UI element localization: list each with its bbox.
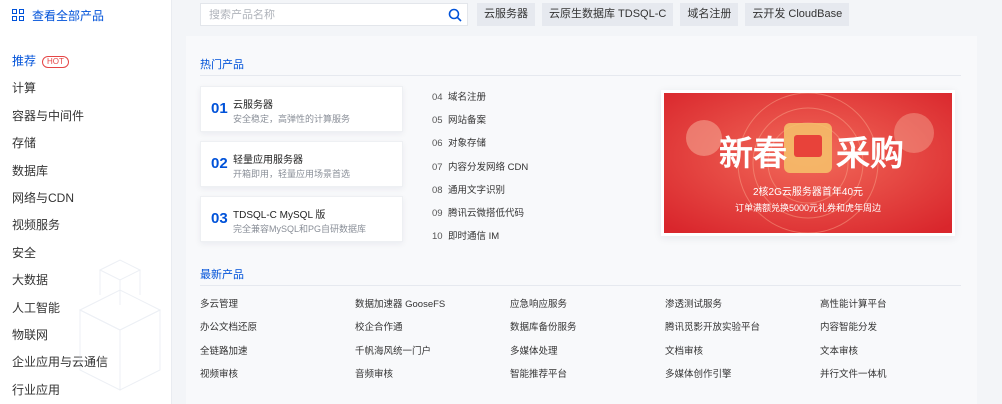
- promo-banner[interactable]: 新春 采购 2核2G云服务器首年40元 订单满额兑换5000元礼券和虎年周边: [661, 90, 955, 236]
- quick-search-chip[interactable]: 云原生数据库 TDSQL-C: [542, 3, 674, 26]
- hot-product-link[interactable]: 05 网站备案: [432, 109, 528, 132]
- new-product-link[interactable]: 多媒体创作引擎: [665, 363, 820, 386]
- new-divider: [200, 285, 961, 286]
- card-description: 开箱即用，轻量应用场景首选: [233, 169, 351, 179]
- hot-product-number: 10: [432, 231, 443, 243]
- sidebar-item-label: 行业应用: [12, 382, 61, 397]
- hot-product-number: 05: [432, 115, 443, 127]
- quick-search-chip[interactable]: 云服务器: [477, 3, 535, 26]
- sidebar-item-label: 视频服务: [12, 218, 61, 233]
- new-products-title: 最新产品: [200, 269, 244, 281]
- sidebar-item[interactable]: 容器与中间件: [12, 103, 108, 130]
- view-all-products-link[interactable]: 查看全部产品: [12, 6, 104, 24]
- grid-icon: [12, 9, 24, 21]
- sidebar-item[interactable]: 推荐 HOT: [12, 48, 108, 75]
- sidebar-item-label: 数据库: [12, 163, 49, 178]
- sidebar-item[interactable]: 存储: [12, 130, 108, 157]
- hot-product-link[interactable]: 06 对象存储: [432, 132, 528, 155]
- hot-product-label: 内容分发网络 CDN: [448, 161, 529, 173]
- new-product-link[interactable]: 应急响应服务: [510, 293, 665, 316]
- sidebar-item-label: 推荐: [12, 54, 37, 68]
- sidebar-item[interactable]: 视频服务: [12, 212, 108, 239]
- new-product-link[interactable]: 多媒体处理: [510, 340, 665, 363]
- new-product-link[interactable]: 文档审核: [665, 340, 820, 363]
- new-product-link[interactable]: 高性能计算平台: [820, 293, 975, 316]
- new-product-link[interactable]: 全链路加速: [200, 340, 355, 363]
- quick-search-chip[interactable]: 云开发 CloudBase: [745, 3, 850, 26]
- hot-product-number: 09: [432, 207, 443, 219]
- hot-product-label: 即时通信 IM: [448, 231, 500, 243]
- new-product-link[interactable]: 并行文件一体机: [820, 363, 975, 386]
- card-number: 01: [211, 100, 228, 117]
- banner-line2: 订单满额兑换5000元礼券和虎年周边: [735, 202, 881, 213]
- card-title: TDSQL-C MySQL 版: [233, 210, 326, 221]
- new-product-link[interactable]: 音频审核: [355, 363, 510, 386]
- hot-product-label: 腾讯云微搭低代码: [448, 207, 525, 219]
- new-product-link[interactable]: 办公文档还原: [200, 316, 355, 339]
- hot-products-title: 热门产品: [200, 59, 244, 71]
- card-number: 03: [211, 210, 228, 227]
- sidebar-item-label: 网络与CDN: [12, 190, 74, 205]
- view-all-products-label: 查看全部产品: [32, 8, 105, 23]
- new-product-grid: 多云管理 数据加速器 GooseFS 应急响应服务 渗透测试服务 高性能计算平台办公文档…: [200, 293, 975, 386]
- sidebar-item-label: 物联网: [12, 327, 49, 342]
- card-title: 轻量应用服务器: [233, 155, 303, 166]
- hot-product-label: 对象存储: [448, 138, 487, 150]
- sidebar-item[interactable]: 网络与CDN: [12, 185, 108, 212]
- new-year-sale-banner-image: 新春 采购 2核2G云服务器首年40元 订单满额兑换5000元礼券和虎年周边: [664, 93, 952, 233]
- hot-product-label: 通用文字识别: [448, 184, 506, 196]
- sidebar: 查看全部产品 推荐 HOT 计算容器与中间件 存储数据库网络与CDN 视频服务安全大数据…: [0, 0, 172, 404]
- new-product-link[interactable]: 渗透测试服务: [665, 293, 820, 316]
- sidebar-item-label: 大数据: [12, 273, 49, 288]
- hot-product-card[interactable]: 01 云服务器安全稳定，高弹性的计算服务: [200, 86, 403, 132]
- hot-product-link[interactable]: 04 域名注册: [432, 86, 528, 109]
- cube-decoration-icon: [78, 259, 162, 391]
- quick-search-chips: 云服务器 云原生数据库 TDSQL-C 域名注册 云开发 CloudBase: [477, 3, 850, 26]
- banner-line1: 2核2G云服务器首年40元: [753, 185, 863, 198]
- banner-title-left: 新春: [719, 135, 787, 173]
- sidebar-item[interactable]: 计算: [12, 75, 108, 102]
- hot-badge: HOT: [42, 55, 69, 68]
- quick-search-chip[interactable]: 域名注册: [680, 3, 739, 26]
- card-description: 安全稳定，高弹性的计算服务: [233, 114, 351, 124]
- new-product-link[interactable]: 文本审核: [820, 340, 975, 363]
- hot-product-link[interactable]: 08 通用文字识别: [432, 179, 528, 202]
- hot-product-label: 域名注册: [448, 92, 487, 103]
- hot-product-list: 04 域名注册 05 网站备案 06 对象存储 07 内容分发网络 CDN 08 通用文字识别 09…: [432, 86, 528, 248]
- hot-product-number: 04: [432, 92, 443, 103]
- card-number: 02: [211, 155, 228, 172]
- hot-product-card[interactable]: 03 TDSQL-C MySQL 版完全兼容MySQL和PG自研数据库: [200, 196, 403, 242]
- banner-title-right: 采购: [836, 135, 904, 173]
- hot-product-label: 网站备案: [448, 115, 487, 127]
- card-title: 云服务器: [233, 100, 273, 111]
- hot-product-link[interactable]: 07 内容分发网络 CDN: [432, 156, 528, 179]
- hot-product-card[interactable]: 02 轻量应用服务器开箱即用，轻量应用场景首选: [200, 141, 403, 187]
- new-product-link[interactable]: 数据加速器 GooseFS: [355, 293, 510, 316]
- new-product-link[interactable]: 腾讯觅影开放实验平台: [665, 316, 820, 339]
- new-product-link[interactable]: 校企合作通: [355, 316, 510, 339]
- hot-product-link[interactable]: 09 腾讯云微搭低代码: [432, 202, 528, 225]
- card-description: 完全兼容MySQL和PG自研数据库: [233, 224, 367, 234]
- new-product-link[interactable]: 多云管理: [200, 293, 355, 316]
- search-box: [200, 3, 468, 26]
- sidebar-item-label: 人工智能: [12, 300, 61, 315]
- product-panel: 热门产品 01 云服务器安全稳定，高弹性的计算服务 02 轻量应用服务器开箱即用，轻量…: [186, 36, 977, 404]
- sidebar-item-label: 容器与中间件: [12, 108, 85, 123]
- new-product-link[interactable]: 千帆海风统一门户: [355, 340, 510, 363]
- new-product-link[interactable]: 视频审核: [200, 363, 355, 386]
- sidebar-item-label: 存储: [12, 136, 37, 151]
- sidebar-item[interactable]: 数据库: [12, 158, 108, 185]
- hot-divider: [200, 75, 961, 76]
- hot-product-number: 06: [432, 138, 443, 150]
- search-input[interactable]: [201, 8, 443, 21]
- hot-product-number: 07: [432, 161, 443, 173]
- hot-product-link[interactable]: 10 即时通信 IM: [432, 225, 528, 248]
- new-product-link[interactable]: 智能推荐平台: [510, 363, 665, 386]
- search-icon[interactable]: [443, 3, 467, 26]
- sidebar-item-label: 计算: [12, 81, 37, 96]
- new-product-link[interactable]: 内容智能分发: [820, 316, 975, 339]
- hot-product-number: 08: [432, 184, 443, 196]
- new-product-link[interactable]: 数据库备份服务: [510, 316, 665, 339]
- sidebar-item-label: 安全: [12, 245, 37, 260]
